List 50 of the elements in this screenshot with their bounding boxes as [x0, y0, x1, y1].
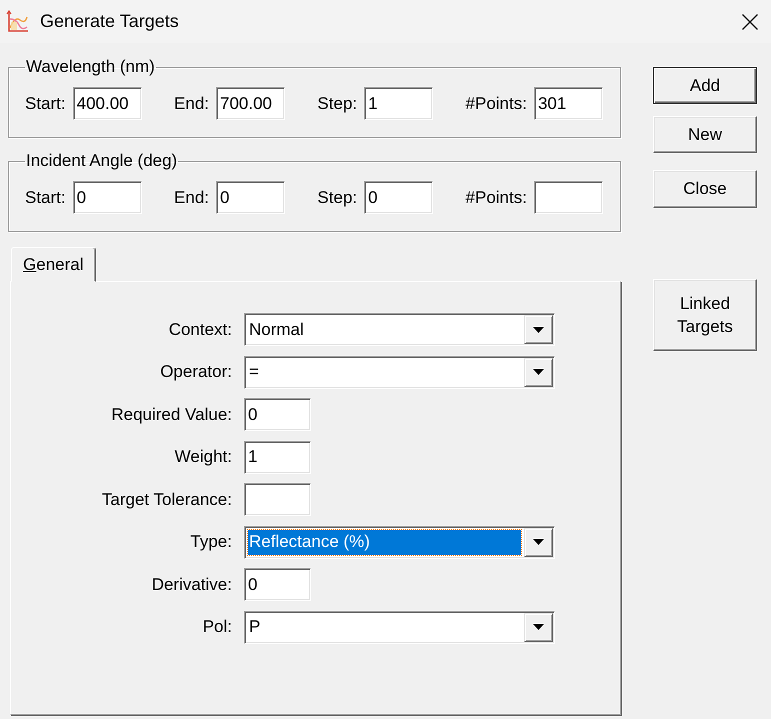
- graph-icon: [6, 10, 28, 34]
- field-label: #Points:: [466, 94, 527, 114]
- text-field[interactable]: 301: [534, 87, 603, 120]
- field-label: Derivative:: [150, 574, 232, 594]
- caret-down-icon: [533, 369, 544, 375]
- field-label: Type:: [189, 532, 232, 552]
- field-label: End:: [174, 94, 210, 114]
- text-field[interactable]: 0: [364, 181, 434, 214]
- field-label: Start:: [25, 94, 66, 114]
- linked-targets-button[interactable]: Linked Targets: [653, 279, 757, 351]
- dropdown[interactable]: =: [244, 356, 555, 388]
- dropdown[interactable]: Reflectance (%): [244, 526, 555, 558]
- field-label: Step:: [317, 188, 358, 208]
- field-label: Context:: [168, 320, 232, 340]
- text-field[interactable]: 0: [244, 398, 311, 431]
- dropdown-button[interactable]: [524, 315, 553, 344]
- tab[interactable]: General: [11, 247, 96, 282]
- dialog-button[interactable]: New: [653, 116, 757, 153]
- caret-down-icon: [533, 539, 544, 545]
- text-field[interactable]: [244, 483, 311, 516]
- field-label: End:: [174, 188, 210, 208]
- text-field[interactable]: 700.00: [216, 87, 286, 120]
- dialog-button[interactable]: Close: [653, 170, 757, 208]
- group-title: Incident Angle (deg): [25, 151, 178, 171]
- text-field[interactable]: [534, 181, 603, 214]
- group-title: Wavelength (nm): [25, 57, 156, 77]
- text-field[interactable]: 0: [72, 181, 142, 214]
- text-field[interactable]: 1: [244, 440, 311, 474]
- text-field[interactable]: 0: [216, 181, 286, 214]
- text-field[interactable]: 400.00: [72, 87, 142, 120]
- field-label: Step:: [317, 94, 358, 114]
- close-icon[interactable]: [742, 14, 758, 30]
- field-label: Weight:: [174, 447, 232, 467]
- caret-down-icon: [533, 624, 544, 630]
- field-label: Pol:: [202, 617, 232, 637]
- dropdown-button[interactable]: [524, 358, 553, 386]
- field-label: Target Tolerance:: [100, 490, 232, 510]
- dropdown-button[interactable]: [524, 612, 553, 642]
- field-label: #Points:: [466, 188, 527, 208]
- window-title: Generate Targets: [40, 11, 179, 32]
- field-label: Operator:: [159, 362, 232, 382]
- dropdown[interactable]: P: [244, 610, 555, 644]
- dropdown-button[interactable]: [524, 528, 553, 556]
- dialog-button[interactable]: Add: [653, 67, 757, 104]
- text-field[interactable]: 1: [364, 87, 434, 120]
- text-field[interactable]: 0: [244, 568, 311, 601]
- field-label: Required Value:: [110, 404, 232, 424]
- dropdown[interactable]: Normal: [244, 313, 555, 346]
- caret-down-icon: [533, 326, 544, 332]
- field-label: Start:: [25, 188, 66, 208]
